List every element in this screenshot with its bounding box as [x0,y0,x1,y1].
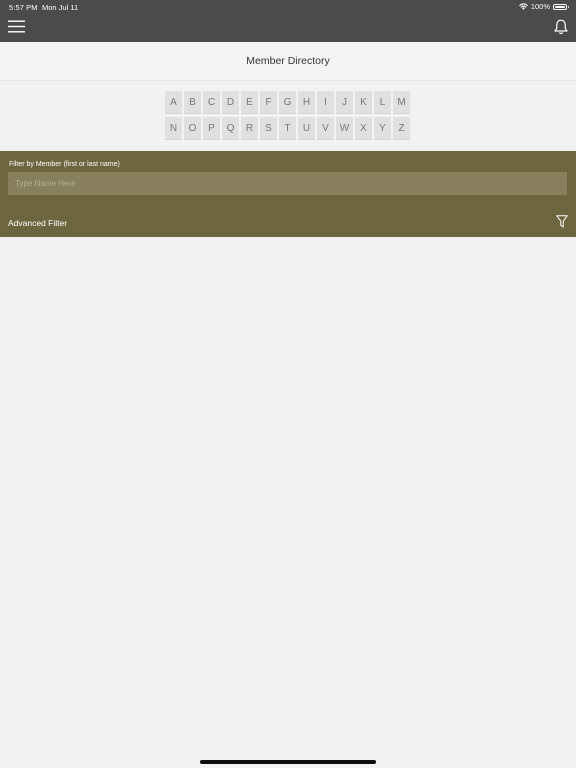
bell-icon [554,19,568,35]
letter-button[interactable]: I [317,91,334,114]
letter-button[interactable]: S [260,117,277,140]
letter-button[interactable]: P [203,117,220,140]
letter-button[interactable]: X [355,117,372,140]
battery-percentage: 100% [530,2,550,11]
letter-button[interactable]: K [355,91,372,114]
letter-button[interactable]: E [241,91,258,114]
letter-button[interactable]: V [317,117,334,140]
status-time: 5:57 PM [9,3,38,12]
letter-button[interactable]: N [165,117,182,140]
title-bar: Member Directory [0,42,576,81]
letter-button[interactable]: R [241,117,258,140]
letter-button[interactable]: Y [374,117,391,140]
letter-button[interactable]: H [298,91,315,114]
advanced-filter-link[interactable]: Advanced Filter [8,218,67,228]
wifi-icon [519,3,528,10]
letter-button[interactable]: A [165,91,182,114]
home-indicator[interactable] [200,760,376,764]
letter-button[interactable]: U [298,117,315,140]
top-navigation-bar: 5:57 PM Mon Jul 11 100% [0,0,576,42]
letter-button[interactable]: L [374,91,391,114]
menu-button[interactable] [8,20,25,33]
alphabet-row-2: N O P Q R S T U V W X Y Z [165,117,412,140]
filter-panel: Filter by Member (first or last name) Ad… [0,151,576,237]
letter-button[interactable]: M [393,91,410,114]
notifications-button[interactable] [554,19,568,35]
letter-button[interactable]: O [184,117,201,140]
letter-button[interactable]: G [279,91,296,114]
filter-label: Filter by Member (first or last name) [9,161,120,168]
letter-button[interactable]: D [222,91,239,114]
letter-button[interactable]: C [203,91,220,114]
letter-button[interactable]: T [279,117,296,140]
status-date: Mon Jul 11 [42,3,79,12]
advanced-filter-button[interactable] [556,215,568,228]
letter-button[interactable]: W [336,117,353,140]
letter-button[interactable]: B [184,91,201,114]
alphabet-index: A B C D E F G H I J K L M N O P Q R S T … [165,91,412,143]
letter-button[interactable]: Q [222,117,239,140]
page-title: Member Directory [246,55,330,67]
app-screen: 5:57 PM Mon Jul 11 100% Member Directory… [0,0,576,768]
status-indicators: 100% [519,2,569,11]
alphabet-row-1: A B C D E F G H I J K L M [165,91,412,114]
letter-button[interactable]: F [260,91,277,114]
funnel-icon [556,215,568,228]
letter-button[interactable]: J [336,91,353,114]
hamburger-menu-icon [8,20,25,33]
battery-icon [553,3,569,10]
member-name-search-input[interactable] [8,172,567,195]
letter-button[interactable]: Z [393,117,410,140]
